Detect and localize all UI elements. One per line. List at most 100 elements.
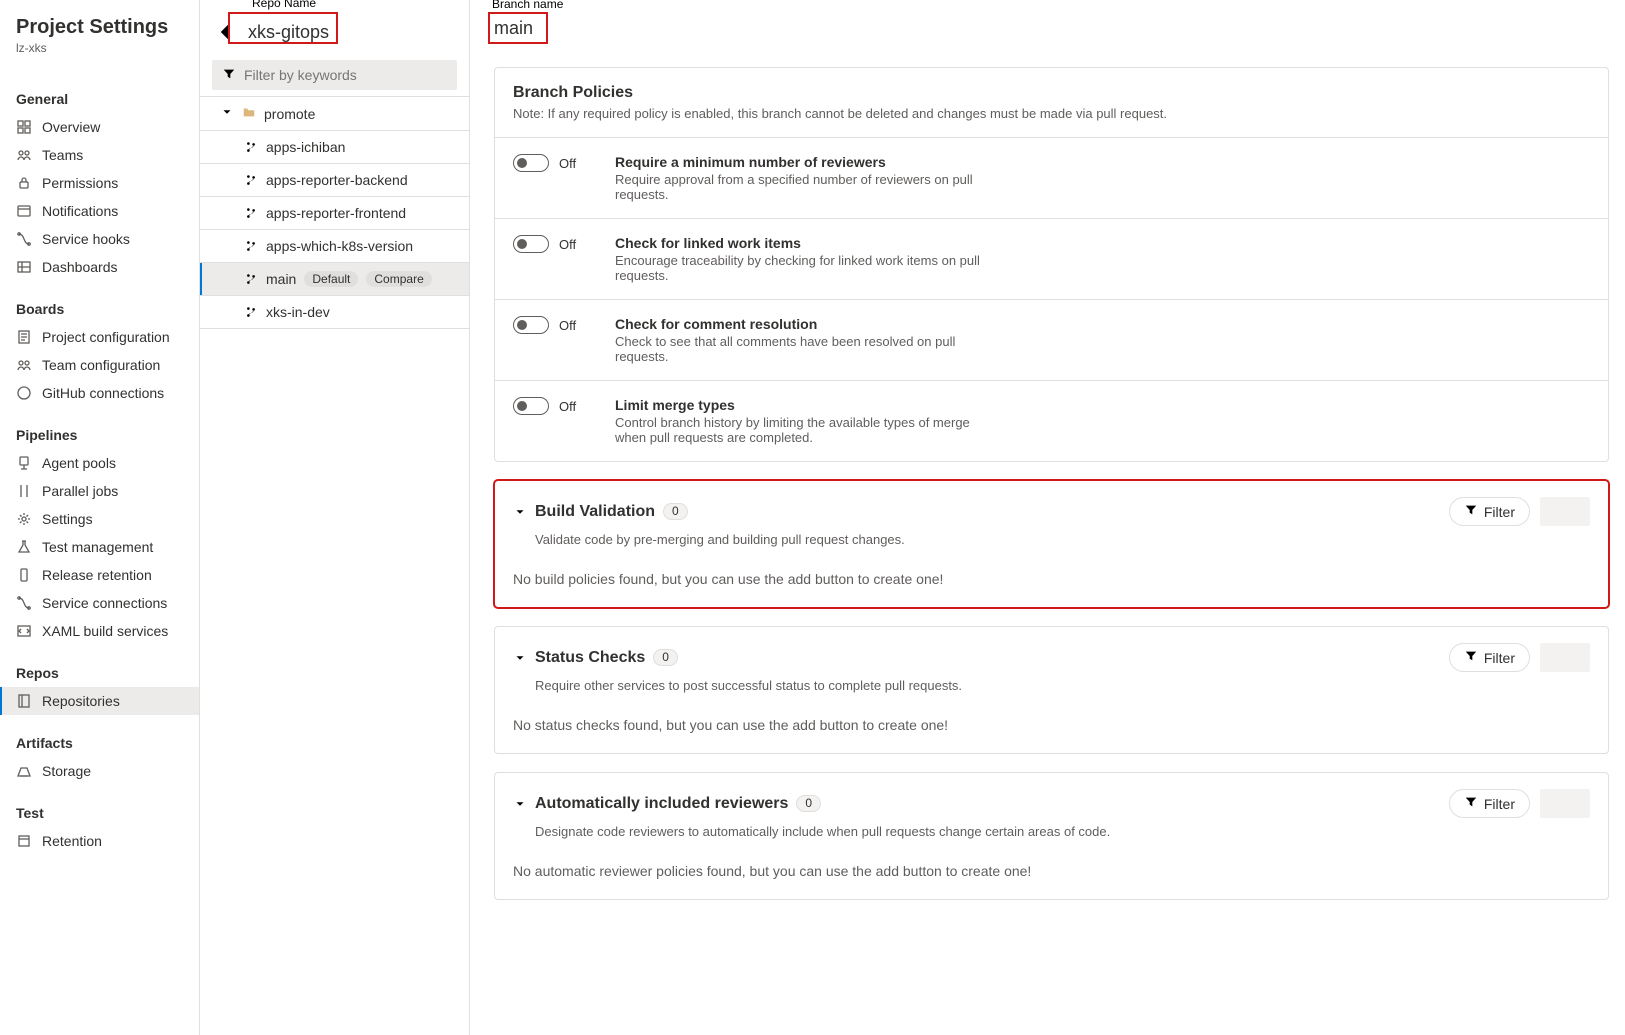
plus-icon bbox=[1558, 649, 1572, 666]
nav-group-title: General bbox=[0, 81, 199, 113]
nav-item-xaml-build-services[interactable]: XAML build services bbox=[0, 617, 199, 645]
repo-icon bbox=[16, 693, 32, 709]
project-subtitle: lz-xks bbox=[0, 41, 199, 71]
nav-item-overview[interactable]: Overview bbox=[0, 113, 199, 141]
auto-reviewers-empty: No automatic reviewer policies found, bu… bbox=[495, 853, 1608, 899]
nav-group-title: Pipelines bbox=[0, 417, 199, 449]
nav-item-storage[interactable]: Storage bbox=[0, 757, 199, 785]
policy-toggle[interactable] bbox=[513, 397, 549, 415]
funnel-icon bbox=[1464, 503, 1478, 520]
plus-icon bbox=[1558, 795, 1572, 812]
nav-item-service-connections[interactable]: Service connections bbox=[0, 589, 199, 617]
branch-name-heading: main bbox=[494, 0, 1609, 49]
branch-policies-note: Note: If any required policy is enabled,… bbox=[513, 106, 1590, 121]
policy-description: Require approval from a specified number… bbox=[615, 172, 995, 202]
chevron-down-icon[interactable] bbox=[513, 505, 527, 519]
team-icon bbox=[16, 147, 32, 163]
filter-button[interactable]: Filter bbox=[1449, 643, 1530, 672]
nav-item-project-configuration[interactable]: Project configuration bbox=[0, 323, 199, 351]
add-status-check-button[interactable] bbox=[1540, 643, 1590, 672]
nav-item-team-configuration[interactable]: Team configuration bbox=[0, 351, 199, 379]
add-build-policy-button[interactable] bbox=[1540, 497, 1590, 526]
filter-button[interactable]: Filter bbox=[1449, 789, 1530, 818]
nav-item-release-retention[interactable]: Release retention bbox=[0, 561, 199, 589]
nav-group-title: Boards bbox=[0, 291, 199, 323]
build-validation-empty: No build policies found, but you can use… bbox=[495, 561, 1608, 607]
policy-row: OffRequire a minimum number of reviewers… bbox=[495, 137, 1608, 218]
branch-panel: xks-gitops Repo Name promote apps-ichiba… bbox=[200, 0, 470, 1035]
nav-item-label: GitHub connections bbox=[42, 385, 164, 401]
nav-item-label: XAML build services bbox=[42, 623, 168, 639]
branch-name: main bbox=[266, 271, 296, 287]
policy-title: Check for comment resolution bbox=[615, 316, 995, 332]
status-checks-card: Status Checks 0 Filter Require other ser… bbox=[494, 626, 1609, 754]
branch-name: apps-reporter-frontend bbox=[266, 205, 406, 221]
policy-row: OffCheck for comment resolutionCheck to … bbox=[495, 299, 1608, 380]
nav-item-teams[interactable]: Teams bbox=[0, 141, 199, 169]
branch-row[interactable]: apps-ichiban bbox=[200, 131, 469, 164]
branch-icon bbox=[244, 272, 258, 286]
nav-item-settings[interactable]: Settings bbox=[0, 505, 199, 533]
compare-badge: Compare bbox=[366, 271, 431, 287]
lock-icon bbox=[16, 175, 32, 191]
nav-item-label: Service connections bbox=[42, 595, 167, 611]
branch-name: apps-which-k8s-version bbox=[266, 238, 413, 254]
nav-item-github-connections[interactable]: GitHub connections bbox=[0, 379, 199, 407]
nav-item-retention[interactable]: Retention bbox=[0, 827, 199, 855]
filter-button[interactable]: Filter bbox=[1449, 497, 1530, 526]
toggle-state-label: Off bbox=[559, 318, 576, 333]
nav-item-repositories[interactable]: Repositories bbox=[0, 687, 199, 715]
nav-item-label: Project configuration bbox=[42, 329, 170, 345]
nav-item-test-management[interactable]: Test management bbox=[0, 533, 199, 561]
branch-filter[interactable] bbox=[212, 60, 457, 90]
branch-row[interactable]: apps-which-k8s-version bbox=[200, 230, 469, 263]
back-button[interactable] bbox=[212, 18, 240, 46]
nav-item-label: Notifications bbox=[42, 203, 118, 219]
nav-item-agent-pools[interactable]: Agent pools bbox=[0, 449, 199, 477]
chevron-down-icon[interactable] bbox=[513, 797, 527, 811]
policy-title: Require a minimum number of reviewers bbox=[615, 154, 995, 170]
branch-row[interactable]: mainDefaultCompare bbox=[200, 263, 469, 296]
policy-toggle[interactable] bbox=[513, 154, 549, 172]
branch-row[interactable]: xks-in-dev bbox=[200, 296, 469, 329]
branch-name: xks-in-dev bbox=[266, 304, 330, 320]
agent-icon bbox=[16, 455, 32, 471]
branch-name: apps-ichiban bbox=[266, 139, 345, 155]
branch-row[interactable]: apps-reporter-backend bbox=[200, 164, 469, 197]
add-auto-reviewer-button[interactable] bbox=[1540, 789, 1590, 818]
chevron-down-icon[interactable] bbox=[513, 651, 527, 665]
repo-name: xks-gitops bbox=[248, 22, 329, 43]
nav-item-dashboards[interactable]: Dashboards bbox=[0, 253, 199, 281]
status-checks-title: Status Checks bbox=[535, 649, 645, 667]
branch-policies-card: Branch Policies Note: If any required po… bbox=[494, 67, 1609, 462]
nav-item-notifications[interactable]: Notifications bbox=[0, 197, 199, 225]
nav-item-service-hooks[interactable]: Service hooks bbox=[0, 225, 199, 253]
status-checks-count: 0 bbox=[653, 649, 678, 666]
nav-item-parallel-jobs[interactable]: Parallel jobs bbox=[0, 477, 199, 505]
funnel-icon bbox=[1464, 795, 1478, 812]
xaml-icon bbox=[16, 623, 32, 639]
page-title: Project Settings bbox=[0, 16, 199, 41]
folder-icon bbox=[242, 105, 256, 122]
policy-row: OffLimit merge typesControl branch histo… bbox=[495, 380, 1608, 461]
branch-icon bbox=[244, 305, 258, 319]
nav-item-label: Parallel jobs bbox=[42, 483, 118, 499]
nav-item-label: Test management bbox=[42, 539, 153, 555]
gear-icon bbox=[16, 511, 32, 527]
policy-description: Control branch history by limiting the a… bbox=[615, 415, 995, 445]
hook-icon bbox=[16, 595, 32, 611]
nav-item-label: Storage bbox=[42, 763, 91, 779]
nav-item-label: Overview bbox=[42, 119, 100, 135]
branch-filter-input[interactable] bbox=[242, 66, 447, 84]
nav-item-permissions[interactable]: Permissions bbox=[0, 169, 199, 197]
policy-toggle[interactable] bbox=[513, 316, 549, 334]
add-button[interactable] bbox=[429, 18, 457, 46]
branch-icon bbox=[244, 206, 258, 220]
branch-name: apps-reporter-backend bbox=[266, 172, 408, 188]
branch-row[interactable]: apps-reporter-frontend bbox=[200, 197, 469, 230]
nav-group-title: Artifacts bbox=[0, 725, 199, 757]
policy-row: OffCheck for linked work itemsEncourage … bbox=[495, 218, 1608, 299]
policy-toggle[interactable] bbox=[513, 235, 549, 253]
branch-folder[interactable]: promote bbox=[200, 97, 469, 131]
auto-reviewers-count: 0 bbox=[796, 795, 821, 812]
